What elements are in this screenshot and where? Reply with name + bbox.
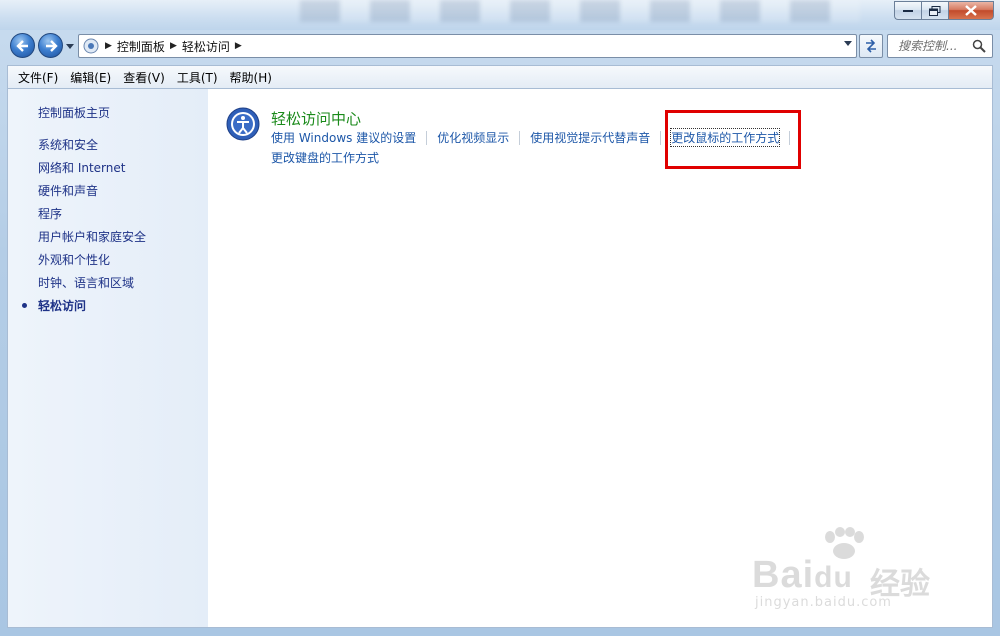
link-windows-recommended-settings[interactable]: 使用 Windows 建议的设置 [271,129,416,146]
menu-help[interactable]: 帮助(H) [224,69,278,86]
chevron-down-icon[interactable] [844,41,852,46]
link-separator [660,130,662,145]
search-box[interactable] [887,34,993,58]
link-optimize-visual-display[interactable]: 优化视频显示 [437,129,509,146]
close-icon [965,5,977,16]
menu-tools[interactable]: 工具(T) [171,69,224,86]
sidebar: 控制面板主页 系统和安全 网络和 Internet 硬件和声音 程序 用户帐户和… [8,89,208,627]
menu-file[interactable]: 文件(F) [12,69,64,86]
navigation-bar: ▶ 控制面板 ▶ 轻松访问 ▶ [0,31,1000,61]
title-bar-blur [300,0,860,22]
watermark-brand: Baidu [752,554,853,596]
menu-bar: 文件(F) 编辑(E) 查看(V) 工具(T) 帮助(H) [7,65,993,88]
refresh-button[interactable] [859,34,883,58]
content-area: 控制面板主页 系统和安全 网络和 Internet 硬件和声音 程序 用户帐户和… [7,88,993,628]
search-icon[interactable] [972,39,986,53]
sidebar-item-programs[interactable]: 程序 [38,206,146,229]
forward-button[interactable] [38,33,63,58]
back-button[interactable] [10,33,35,58]
highlight-annotation-box [665,110,801,169]
sidebar-item-network-internet[interactable]: 网络和 Internet [38,160,146,183]
sidebar-item-hardware-sound[interactable]: 硬件和声音 [38,183,146,206]
refresh-icon [866,39,876,53]
breadcrumb-separator[interactable]: ▶ [235,41,242,51]
sidebar-item-ease-of-access: 轻松访问 [21,298,146,321]
link-separator [426,130,428,145]
minimize-icon [903,9,913,12]
breadcrumb-separator[interactable]: ▶ [105,41,112,51]
sidebar-home-link[interactable]: 控制面板主页 [38,104,110,121]
recent-pages-dropdown[interactable] [65,42,75,50]
window-controls [894,1,994,20]
forward-arrow-icon [45,39,58,52]
baidu-watermark: Baidu 经验 jingyan.baidu.com [752,527,942,610]
watermark-url: jingyan.baidu.com [755,595,892,610]
close-button[interactable] [948,1,994,20]
link-separator [519,130,521,145]
menu-view[interactable]: 查看(V) [117,69,171,86]
restore-icon [929,5,941,16]
breadcrumb-ease-of-access[interactable]: 轻松访问 [182,38,230,55]
category-title[interactable]: 轻松访问中心 [271,108,361,129]
sidebar-item-appearance[interactable]: 外观和个性化 [38,252,146,275]
menu-edit[interactable]: 编辑(E) [64,69,117,86]
ease-of-access-icon[interactable] [226,107,260,141]
link-change-keyboard-settings[interactable]: 更改键盘的工作方式 [271,149,379,166]
breadcrumb-separator[interactable]: ▶ [170,41,177,51]
back-arrow-icon [15,39,28,52]
breadcrumb-control-panel[interactable]: 控制面板 [117,38,165,55]
chevron-down-icon [66,43,74,49]
control-panel-icon [83,38,99,54]
control-panel-window: ▶ 控制面板 ▶ 轻松访问 ▶ 文件(F) 编辑(E) 查看(V) 工具(T) … [0,0,1000,636]
maximize-button[interactable] [921,1,948,20]
sidebar-item-system-security[interactable]: 系统和安全 [38,137,146,160]
search-input[interactable] [898,39,978,53]
sidebar-item-clock-language[interactable]: 时钟、语言和区域 [38,275,146,298]
link-replace-sounds-with-visual-cues[interactable]: 使用视觉提示代替声音 [530,129,650,146]
sidebar-item-user-accounts[interactable]: 用户帐户和家庭安全 [38,229,146,252]
sidebar-category-list: 系统和安全 网络和 Internet 硬件和声音 程序 用户帐户和家庭安全 外观… [21,137,146,321]
address-bar[interactable]: ▶ 控制面板 ▶ 轻松访问 ▶ [78,34,857,58]
minimize-button[interactable] [894,1,921,20]
title-bar[interactable] [0,0,1000,30]
